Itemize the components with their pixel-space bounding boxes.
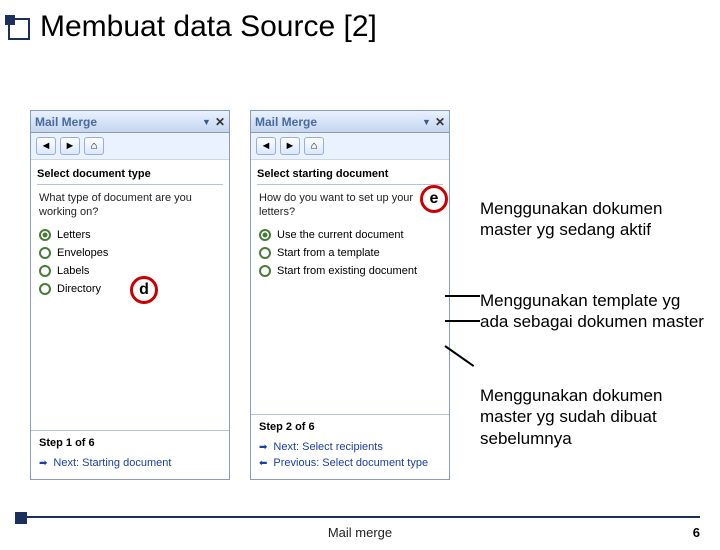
- option-existing-doc[interactable]: Start from existing document: [257, 262, 443, 280]
- radio-icon: [39, 265, 51, 277]
- title-decor: [8, 18, 40, 40]
- next-link-1[interactable]: ➡Next: Starting document: [39, 455, 221, 471]
- radio-icon: [259, 247, 271, 259]
- close-icon[interactable]: ✕: [435, 115, 445, 129]
- dropdown-icon[interactable]: ▼: [202, 117, 211, 127]
- option-template[interactable]: Start from a template: [257, 244, 443, 262]
- nav-back-icon[interactable]: ◄: [256, 137, 276, 155]
- pane-title-2: Mail Merge: [255, 115, 422, 129]
- section-starting-doc: Select starting document: [251, 160, 449, 184]
- nav-home-icon[interactable]: ⌂: [84, 137, 104, 155]
- callout-e: e: [420, 185, 448, 213]
- pane-header-1: Mail Merge ▼ ✕: [31, 111, 229, 133]
- radio-icon: [259, 229, 271, 241]
- pane-footer-2: Step 2 of 6 ➡Next: Select recipients ⬅Pr…: [251, 414, 449, 479]
- divider: [257, 184, 443, 185]
- nav-forward-icon[interactable]: ►: [280, 137, 300, 155]
- annotation-existing: Menggunakan dokumen master yg sudah dibu…: [480, 385, 710, 449]
- section-doc-type: Select document type: [31, 160, 229, 184]
- nav-forward-icon[interactable]: ►: [60, 137, 80, 155]
- nav-home-icon[interactable]: ⌂: [304, 137, 324, 155]
- step-1-label: Step 1 of 6: [39, 437, 221, 449]
- footer-decor-square: [15, 512, 27, 524]
- radio-icon: [39, 247, 51, 259]
- callout-d: d: [130, 276, 158, 304]
- option-labels[interactable]: Labels: [37, 262, 223, 280]
- task-pane-step2: Mail Merge ▼ ✕ ◄ ► ⌂ Select starting doc…: [250, 110, 450, 480]
- option-current-doc[interactable]: Use the current document: [257, 226, 443, 244]
- radio-icon: [39, 283, 51, 295]
- next-link-2[interactable]: ➡Next: Select recipients: [259, 439, 441, 455]
- prev-link-2[interactable]: ⬅Previous: Select document type: [259, 455, 441, 471]
- annotation-template: Menggunakan template yg ada sebagai doku…: [480, 290, 710, 333]
- arrow-icon: ⬅: [259, 458, 267, 469]
- pane-nav-2: ◄ ► ⌂: [251, 133, 449, 160]
- annotation-current-doc: Menggunakan dokumen master yg sedang akt…: [480, 198, 710, 241]
- footer-label: Mail merge: [0, 525, 720, 540]
- connector-line: [445, 320, 480, 322]
- footer-rule: [20, 516, 700, 518]
- radio-icon: [259, 265, 271, 277]
- starting-doc-options: Use the current document Start from a te…: [251, 226, 449, 280]
- pane-footer-1: Step 1 of 6 ➡Next: Starting document: [31, 430, 229, 479]
- option-letters[interactable]: Letters: [37, 226, 223, 244]
- connector-line: [445, 295, 480, 297]
- step-2-label: Step 2 of 6: [259, 421, 441, 433]
- decor-square-outer: [8, 18, 30, 40]
- close-icon[interactable]: ✕: [215, 115, 225, 129]
- divider: [37, 184, 223, 185]
- arrow-icon: ➡: [39, 458, 47, 469]
- pane-title-1: Mail Merge: [35, 115, 202, 129]
- option-envelopes[interactable]: Envelopes: [37, 244, 223, 262]
- page-number: 6: [693, 525, 700, 540]
- decor-square-inner: [5, 15, 15, 25]
- page-title: Membuat data Source [2]: [40, 10, 720, 44]
- question-text-1: What type of document are you working on…: [31, 191, 229, 226]
- dropdown-icon[interactable]: ▼: [422, 117, 431, 127]
- radio-icon: [39, 229, 51, 241]
- nav-back-icon[interactable]: ◄: [36, 137, 56, 155]
- arrow-icon: ➡: [259, 442, 267, 453]
- pane-header-2: Mail Merge ▼ ✕: [251, 111, 449, 133]
- pane-nav-1: ◄ ► ⌂: [31, 133, 229, 160]
